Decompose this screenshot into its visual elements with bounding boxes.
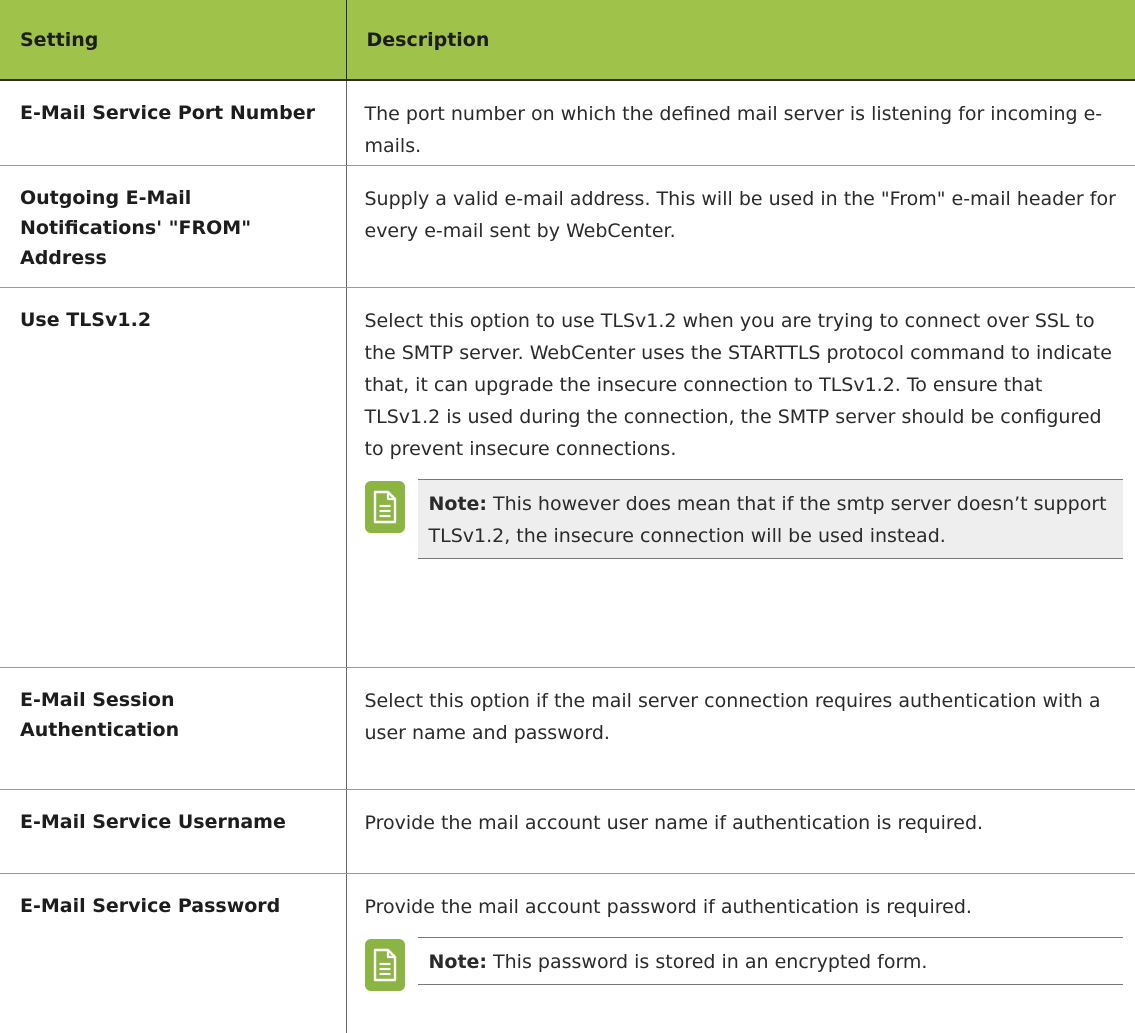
note-text: This however does mean that if the smtp …: [428, 492, 1107, 547]
table-row: E-Mail Service Username Provide the mail…: [0, 789, 1135, 874]
note-box: Note: This however does mean that if the …: [417, 478, 1123, 559]
note-box: Note: This password is stored in an encry…: [417, 936, 1123, 985]
table-row: E-Mail Service Port Number The port numb…: [0, 80, 1135, 166]
header-setting: Setting: [0, 0, 347, 81]
header-row: Setting Description: [0, 0, 1135, 81]
setting-name: E-Mail Service Password: [0, 873, 347, 1033]
header-description: Description: [346, 0, 1135, 81]
setting-name: Use TLSv1.2: [0, 287, 347, 668]
note-label: Note:: [428, 950, 488, 973]
note-label: Note:: [428, 492, 488, 515]
setting-description-cell: Select this option to use TLSv1.2 when y…: [346, 287, 1135, 668]
note-document-icon: [364, 480, 405, 533]
setting-description: Select this option if the mail server co…: [346, 667, 1135, 790]
table-row: E-Mail Service Password Provide the mail…: [0, 873, 1135, 1033]
setting-description-cell: Provide the mail account password if aut…: [346, 873, 1135, 1033]
setting-description: Provide the mail account user name if au…: [346, 789, 1135, 874]
table-row: Use TLSv1.2 Select this option to use TL…: [0, 287, 1135, 668]
setting-name: E-Mail Service Username: [0, 789, 347, 874]
setting-name: E-Mail Session Authentication: [0, 667, 347, 790]
settings-table: Setting Description E-Mail Service Port …: [0, 0, 1135, 1033]
table-body: E-Mail Service Port Number The port numb…: [0, 80, 1135, 1033]
setting-description: Provide the mail account password if aut…: [364, 895, 972, 918]
table-row: E-Mail Session Authentication Select thi…: [0, 667, 1135, 790]
note: Note: This password is stored in an encry…: [364, 936, 1123, 991]
table-row: Outgoing E-Mail Notifications' "FROM" Ad…: [0, 165, 1135, 288]
note: Note: This however does mean that if the …: [364, 478, 1123, 559]
setting-name: E-Mail Service Port Number: [0, 80, 347, 166]
setting-description: Supply a valid e-mail address. This will…: [346, 165, 1135, 288]
table-header: Setting Description: [0, 0, 1135, 81]
setting-name: Outgoing E-Mail Notifications' "FROM" Ad…: [0, 165, 347, 288]
note-document-icon: [364, 938, 405, 991]
setting-description: The port number on which the defined mai…: [346, 80, 1135, 166]
note-text: This password is stored in an encrypted …: [493, 950, 928, 973]
setting-description: Select this option to use TLSv1.2 when y…: [364, 309, 1112, 460]
